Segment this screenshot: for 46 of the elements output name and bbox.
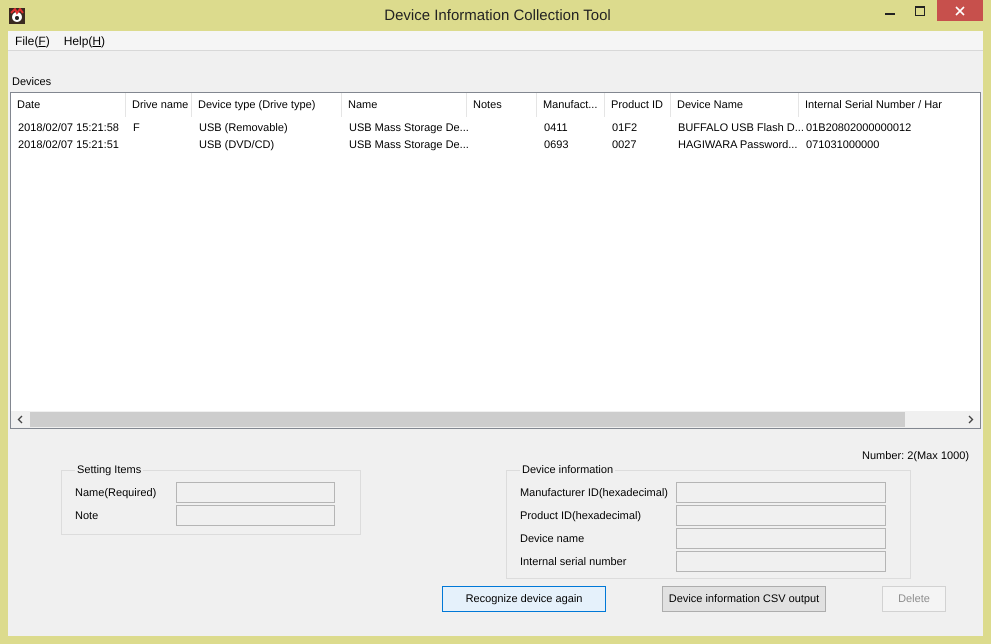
column-header[interactable]: Notes [467, 93, 537, 117]
group-title: Device information [521, 464, 614, 476]
horizontal-scrollbar[interactable] [11, 411, 980, 428]
menu-item[interactable]: File(F) [15, 34, 50, 48]
table-cell-text: F [132, 121, 141, 136]
table-cell-text: HAGIWARA Password... [677, 138, 798, 153]
field-label: Product ID(hexadecimal) [520, 510, 642, 522]
scroll-left-icon[interactable] [17, 415, 24, 424]
table-cell-text: USB Mass Storage De... [348, 138, 467, 153]
table-cell-text: 2018/02/07 15:21:51 [17, 138, 120, 153]
close-button[interactable] [937, 0, 984, 21]
device-count: Number: 2(Max 1000) [862, 450, 969, 462]
field-label: Name(Required) [75, 486, 158, 498]
table-cell-text: 0693 [543, 138, 570, 153]
table-cell-text: 2018/02/07 15:21:58 [17, 121, 120, 136]
table-cell-text: USB Mass Storage De... [348, 121, 467, 136]
close-icon [955, 6, 966, 16]
table-cell-text: USB (Removable) [198, 121, 289, 136]
menu-item[interactable]: Help(H) [64, 34, 106, 48]
table-cell-text: 01F2 [611, 121, 638, 136]
table-cell-text: 0027 [611, 138, 638, 153]
action-button[interactable]: Device information CSV output [662, 586, 826, 612]
column-header[interactable]: Internal Serial Number / Har [799, 93, 979, 117]
action-button[interactable]: Recognize device again [442, 586, 606, 612]
column-header[interactable]: Name [342, 93, 467, 117]
window-title: Device Information Collection Tool [384, 7, 611, 24]
table-cell-text: 071031000000 [805, 138, 880, 153]
column-header[interactable]: Device type (Drive type) [192, 93, 342, 117]
scroll-right-icon[interactable] [967, 415, 974, 424]
table-cell-text: 0411 [543, 121, 569, 136]
minimize-icon [885, 13, 896, 15]
field-label: Manufacturer ID(hexadecimal) [520, 486, 669, 498]
column-header[interactable]: Product ID [605, 93, 671, 117]
app-icon [9, 8, 25, 24]
group-title: Setting Items [76, 464, 142, 476]
column-header[interactable]: Date [11, 93, 126, 117]
devices-label: Devices [12, 76, 52, 88]
field-label: Internal serial number [520, 556, 628, 568]
column-header[interactable]: Device Name [671, 93, 799, 117]
table-cell-text: USB (DVD/CD) [198, 138, 276, 153]
maximize-icon [915, 6, 926, 16]
field-label: Device name [520, 532, 586, 544]
column-header[interactable]: Manufact... [537, 93, 605, 117]
field-label: Note [75, 510, 100, 522]
scrollbar-thumb[interactable] [30, 412, 906, 427]
column-header[interactable]: Drive name [126, 93, 192, 117]
